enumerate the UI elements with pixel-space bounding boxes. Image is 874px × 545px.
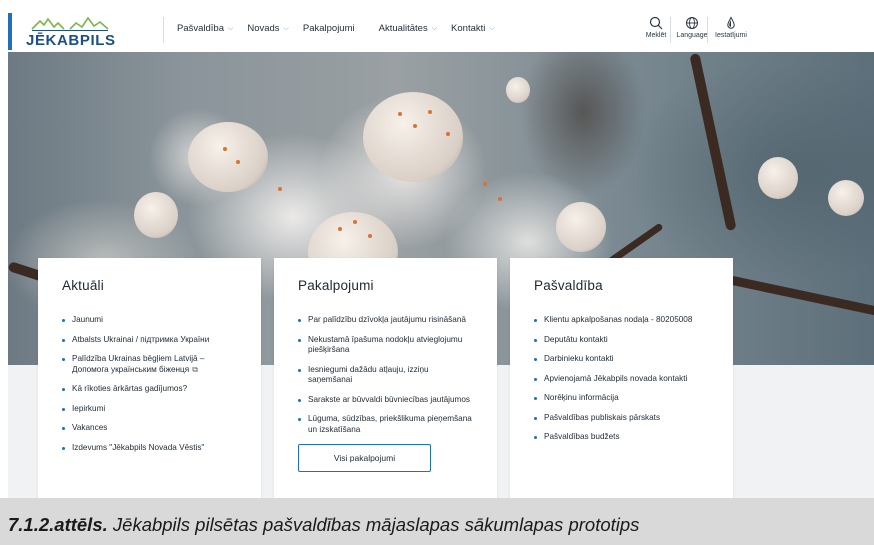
card-link-list: Jaunumi Atbalsts Ukrainai / підтримка Ук… [62,315,237,453]
figure-caption: 7.1.2.attēls. Jēkabpils pilsētas pašvald… [0,498,874,545]
nav-item-label: Novads [247,23,280,34]
nav-item-kontakti[interactable]: Kontakti ⌵ [451,23,495,34]
caption-text: Jēkabpils pilsētas pašvaldības mājaslapa… [107,514,640,535]
all-services-button[interactable]: Visi pakalpojumi [298,444,431,472]
link-norekinu-informacija[interactable]: Norēķinu informācija [534,393,709,404]
main-nav: Pašvaldība ⌵ Novads ⌵ Pakalpojumi Aktual… [177,23,495,34]
header-divider [163,17,164,43]
stamen [428,110,432,114]
stamen [338,227,342,231]
stamen [498,197,502,201]
card-title: Aktuāli [62,278,104,293]
card-aktuali: Aktuāli Jaunumi Atbalsts Ukrainai / підт… [38,258,261,498]
link-jaunumi[interactable]: Jaunumi [62,315,237,326]
link-izdevums[interactable]: Izdevums "Jēkabpils Novada Vēstis" [62,443,237,454]
contrast-drop-icon [727,16,735,29]
language-label: Language [676,32,708,39]
stamen [413,124,417,128]
blossom-bud [828,180,864,216]
link-atbalsts-ukrainai[interactable]: Atbalsts Ukrainai / підтримка України [62,335,237,346]
link-deputatu-kontakti[interactable]: Deputātu kontakti [534,335,709,346]
blossom-flower [188,122,268,192]
stamen [483,182,487,186]
link-label: Palīdzība Ukrainas bēgļiem Latvijā – Доп… [72,354,205,374]
document-heading-cropped [0,0,874,10]
card-title: Pašvaldība [534,278,603,293]
chevron-down-icon: ⌵ [489,24,495,32]
link-apvienojama-novada-kontakti[interactable]: Apvienojamā Jēkabpils novada kontakti [534,374,709,385]
stamen [236,160,240,164]
site-logo[interactable]: JĒKABPILS [26,12,126,50]
link-iepirkumi[interactable]: Iepirkumi [62,404,237,415]
logo-text: JĒKABPILS [26,32,116,49]
stamen [446,132,450,136]
link-budzets[interactable]: Pašvaldības budžets [534,432,709,443]
nav-item-label: Aktualitātes [378,23,428,34]
card-title: Pakalpojumi [298,278,374,293]
settings-label: Iestatījumi [715,32,747,39]
search-label: Meklēt [645,32,667,39]
link-buvvalde[interactable]: Sarakste ar būvvaldi būvniecības jautāju… [298,395,473,406]
link-palidziba-ukrainas-begliem[interactable]: Palīdzība Ukrainas bēgļiem Latvijā – Доп… [62,354,237,375]
card-link-list: Par palīdzību dzīvokļa jautājumu risināš… [298,315,473,435]
caption-number: 7.1.2.attēls. [8,514,108,535]
link-luguma-sudzibas[interactable]: Lūguma, sūdzības, priekšlikuma pieņemšan… [298,414,473,435]
chevron-down-icon: ⌵ [431,24,438,32]
globe-icon [686,17,698,29]
nav-item-label: Pakalpojumi [302,23,355,34]
chevron-down-icon: ⌵ [283,24,289,32]
card-pakalpojumi: Pakalpojumi Par palīdzību dzīvokļa jautā… [274,258,497,498]
chevron-down-icon: ⌵ [228,24,234,32]
blossom-flower [363,92,463,182]
stamen [223,147,227,151]
link-dzivokla-jautajumi[interactable]: Par palīdzību dzīvokļa jautājumu risināš… [298,315,473,326]
branch-shape [728,275,874,318]
nav-item-label: Kontakti [451,23,486,34]
link-klientu-apkalposana[interactable]: Klientu apkalpošanas nodaļa - 80205008 [534,315,709,326]
blossom-bud [556,202,606,252]
link-nekustama-ipasuma-nodoklis[interactable]: Nekustamā īpašuma nodokļu atvieglojumu p… [298,335,473,356]
stamen [398,112,402,116]
card-link-list: Klientu apkalpošanas nodaļa - 80205008 D… [534,315,709,443]
blossom-bud [758,157,798,199]
stamen [368,234,372,238]
tool-divider [707,17,708,43]
link-iesniegumi[interactable]: Iesniegumi dažādu atļauju, izziņu saņemš… [298,365,473,386]
branch-shape [689,52,737,232]
search-icon [649,16,663,30]
stamen [278,187,282,191]
nav-item-pakalpojumi[interactable]: Pakalpojumi [303,23,355,34]
link-arkartas-gadijumi[interactable]: Kā rīkoties ārkārtas gadījumos? [62,384,237,395]
card-pasvaldiba: Pašvaldība Klientu apkalpošanas nodaļa -… [510,258,733,498]
blossom-bud [506,77,530,103]
link-darbinieku-kontakti[interactable]: Darbinieku kontakti [534,354,709,365]
settings-button[interactable]: Iestatījumi [709,16,753,39]
nav-item-aktualitates[interactable]: Aktualitātes ⌵ [379,23,437,34]
nav-item-novads[interactable]: Novads ⌵ [247,23,289,34]
nav-item-label: Pašvaldība [177,23,225,34]
logo-wave-icon [31,16,109,31]
nav-item-pasvaldiba[interactable]: Pašvaldība ⌵ [177,23,233,34]
blossom-bud [134,192,178,238]
link-vakances[interactable]: Vakances [62,423,237,434]
stamen [353,220,357,224]
header-accent-bar [8,13,12,50]
link-publiskais-parskats[interactable]: Pašvaldības publiskais pārskats [534,413,709,424]
external-link-icon: ⧉ [192,364,198,374]
